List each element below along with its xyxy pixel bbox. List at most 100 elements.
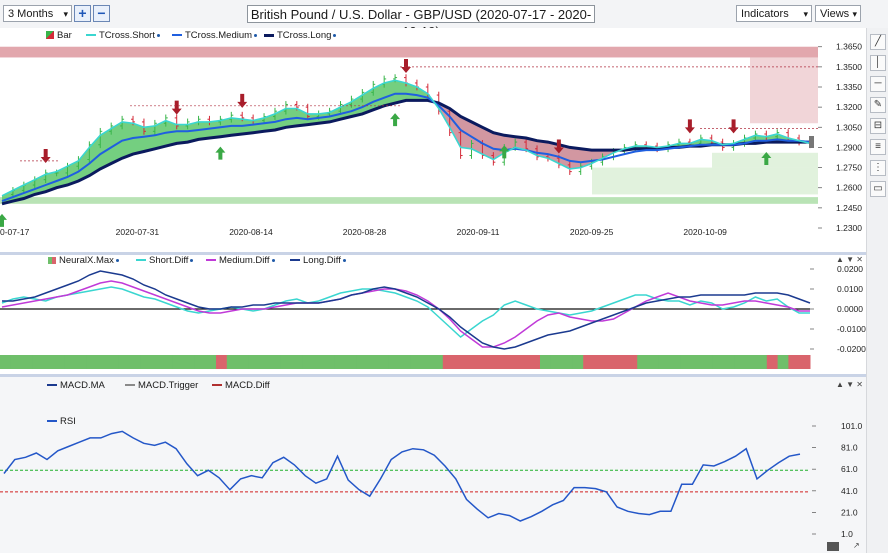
diff-chart[interactable]: 0.0200 0.0100 0.0000 -0.0100 -0.0200 [0,255,866,375]
neuralx-bar [421,355,433,369]
sell-arrow [171,100,182,115]
neuralx-bar [43,355,55,369]
neuralx-bar [669,355,681,369]
neuralx-bar [702,355,714,369]
y-tick-label: 0.0200 [837,264,863,274]
y-tick-label: 41.0 [841,486,858,496]
remove-button[interactable]: − [93,5,110,22]
neuralx-bar [561,355,573,369]
x-tick-label: 2020-08-28 [343,227,387,237]
neuralx-bar [118,355,131,369]
scroll-handle [809,136,814,148]
pencil-icon[interactable]: ╱ [870,34,886,50]
neuralx-bar [108,355,120,369]
diff-pane: NeuralX.Max Short.Diff Medium.Diff Long.… [0,255,866,375]
fib-fan-icon[interactable]: ⋮ [870,160,886,176]
neuralx-bar [766,355,779,369]
neuralx-bar [162,355,174,369]
neuralx-bar [712,355,725,369]
brush-icon[interactable]: ✎ [870,97,886,113]
neuralx-bar [475,355,487,369]
neuralx-bar [291,355,303,369]
neuralx-bar [367,355,379,369]
neuralx-bar [680,355,692,369]
neuralx-bar [32,355,44,369]
y-tick-label: 1.3050 [836,122,862,132]
bearish-cloud [438,103,625,169]
neuralx-bar [799,355,811,369]
y-tick-label: 1.2600 [836,183,862,193]
neuralx-bar [334,355,347,369]
neuralx-bar [226,355,239,369]
y-tick-label: 1.0 [841,529,853,539]
series-line-rsi [3,430,801,522]
neuralx-bar [270,355,282,369]
x-tick-label: 2020-08-14 [229,227,273,237]
neuralx-bar [205,355,217,369]
y-tick-label: -0.0100 [837,324,866,334]
neuralx-bar [745,355,757,369]
support-zone [0,197,818,204]
y-tick-label: 101.0 [841,421,863,431]
comment-icon[interactable]: ▭ [870,181,886,197]
range-select[interactable]: 3 Months ▾ [3,5,72,22]
x-tick-label: 2020-09-11 [457,227,500,237]
neuralx-bar [507,355,519,369]
neuralx-bar [777,355,789,369]
neuralx-bar [594,355,606,369]
buy-arrow [0,213,7,227]
resistance-box [750,57,818,124]
neuralx-bar [54,355,66,369]
expand-icon[interactable]: ↗ [853,541,860,550]
add-button[interactable]: + [74,5,91,22]
neuralx-bar [248,355,260,369]
neuralx-bar [756,355,768,369]
sell-arrow [401,58,411,73]
neuralx-bar [280,355,293,369]
y-tick-label: 1.3200 [836,102,862,112]
neuralx-bar [723,355,735,369]
y-tick-label: -0.0200 [837,344,866,354]
y-tick-label: 81.0 [841,443,858,453]
x-tick-label: 2020-09-25 [570,227,614,237]
y-tick-label: 0.0100 [837,284,863,294]
scrollbar-thumb[interactable] [827,542,839,551]
horizontal-line-icon[interactable]: ─ [870,76,886,92]
views-button[interactable]: Views ▾ [815,5,861,22]
chevron-down-icon: ▾ [852,9,857,19]
pane-controls[interactable]: ▲ ▼ ✕ [836,255,863,264]
buy-arrow [390,113,401,127]
series-line-short-diff [1,286,810,338]
y-tick-label: 1.2450 [836,203,862,213]
x-tick-label: 0-07-17 [0,227,30,237]
y-tick-label: 1.2300 [836,223,862,233]
neuralx-bar [378,355,390,369]
y-tick-label: 1.3650 [836,42,862,52]
oscillator-chart[interactable]: 101.0 81.0 61.0 41.0 21.0 1.0 [0,377,866,553]
price-chart[interactable]: 1.3650 1.3500 1.3350 1.3200 1.3050 1.2900 1.27… [0,28,866,254]
neuralx-bar [172,355,185,369]
indicators-button[interactable]: Indicators ▾ [736,5,812,22]
x-tick-label: 2020-07-31 [116,227,160,237]
neuralx-bar [410,355,422,369]
neuralx-bar [10,355,23,369]
neuralx-bar [399,355,411,369]
neuralx-bar [648,355,660,369]
vertical-line-icon[interactable]: │ [870,55,886,71]
y-tick-label: 21.0 [841,507,858,517]
neuralx-bar [216,355,228,369]
fib-lines-icon[interactable]: ≡ [870,139,886,155]
series-line-medium-diff [1,280,810,348]
neuralx-bar [259,355,271,369]
neuralx-bar [0,355,12,369]
pane-controls[interactable]: ▲ ▼ ✕ [836,380,863,389]
neuralx-bar [540,355,552,369]
neuralx-bar [75,355,87,369]
neuralx-bar [64,355,77,369]
resistance-zone [0,46,818,58]
neuralx-bar [626,355,638,369]
ruler-icon[interactable]: ⊟ [870,118,886,134]
support-box [592,167,818,195]
neuralx-bar [183,355,195,369]
neuralx-bar [572,355,584,369]
